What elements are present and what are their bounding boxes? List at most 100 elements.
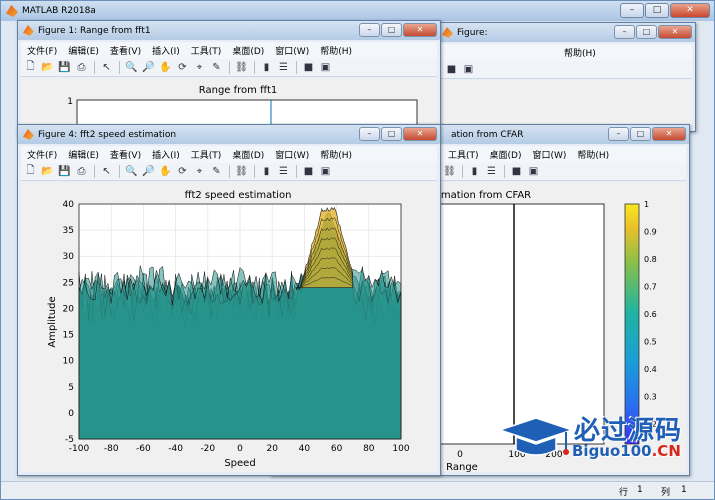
menu-help[interactable]: 帮助(H) [564, 46, 596, 59]
colorbar-icon[interactable]: ▮ [259, 164, 274, 179]
link-icon[interactable]: ⛓ [442, 164, 457, 179]
menu-help[interactable]: 帮助(H) [320, 44, 352, 57]
figure-background-title: Figure: [457, 27, 488, 38]
main-titlebar[interactable]: MATLAB R2018a – □ ✕ [1, 1, 714, 21]
menu-window[interactable]: 窗口(W) [275, 148, 309, 161]
figure-cfar-axes-title: mation from CFAR [441, 190, 531, 201]
colorbar-tick-label: 0.9 [644, 228, 657, 237]
hide-plot-tools-icon[interactable]: ■ [301, 60, 316, 75]
new-file-icon[interactable]: 🗋 [23, 164, 38, 179]
legend-icon[interactable]: ☰ [276, 60, 291, 75]
figure-cfar-maximize-button[interactable]: □ [630, 127, 651, 141]
menu-edit[interactable]: 编辑(E) [68, 44, 99, 57]
new-file-icon[interactable]: 🗋 [23, 60, 38, 75]
watermark-en-suffix: .CN [651, 442, 681, 460]
legend-icon[interactable]: ☰ [484, 164, 499, 179]
main-minimize-button[interactable]: – [620, 3, 644, 18]
figure-background-titlebar[interactable]: Figure: – □ ✕ [437, 23, 695, 42]
menu-tools[interactable]: 工具(T) [191, 44, 222, 57]
toolbar-separator [226, 60, 232, 75]
show-plot-tools-icon[interactable]: ▣ [526, 164, 541, 179]
menu-help[interactable]: 帮助(H) [577, 148, 609, 161]
figure-background-maximize-button[interactable]: □ [636, 25, 657, 39]
save-icon[interactable]: 💾 [57, 164, 72, 179]
menu-tools[interactable]: 工具(T) [191, 148, 222, 161]
watermark-en-text: Biguo100.CN [572, 442, 681, 460]
link-icon[interactable]: ⛓ [234, 60, 249, 75]
menu-desktop[interactable]: 桌面(D) [232, 44, 264, 57]
colorbar-icon[interactable]: ▮ [467, 164, 482, 179]
figure-1-toolbar: 🗋 📂 💾 ⎙ ↖ 🔍 🔎 ✋ ⟳ ⌖ ✎ ⛓ ▮ ☰ ■ ▣ [21, 59, 437, 77]
show-plot-tools-icon[interactable]: ▣ [461, 62, 476, 77]
menu-tools[interactable]: 工具(T) [448, 148, 479, 161]
main-close-button[interactable]: ✕ [670, 3, 710, 18]
y-tick-label: 5 [68, 383, 74, 393]
hide-plot-tools-icon[interactable]: ■ [301, 164, 316, 179]
y-tick-label: 15 [63, 331, 74, 341]
zoom-in-icon[interactable]: 🔍 [124, 60, 139, 75]
figure-cfar-close-button[interactable]: ✕ [652, 127, 686, 141]
data-cursor-icon[interactable]: ⌖ [192, 164, 207, 179]
rotate-icon[interactable]: ⟳ [175, 164, 190, 179]
zoom-out-icon[interactable]: 🔎 [141, 60, 156, 75]
open-folder-icon[interactable]: 📂 [40, 164, 55, 179]
brush-icon[interactable]: ✎ [209, 60, 224, 75]
figure-1-maximize-button[interactable]: □ [381, 23, 402, 37]
figure-cfar-xlabel: Range [446, 462, 478, 473]
colorbar-icon[interactable]: ▮ [259, 60, 274, 75]
y-axis-label: Amplitude [47, 296, 58, 347]
figure-4-minimize-button[interactable]: – [359, 127, 380, 141]
figure-4-maximize-button[interactable]: □ [381, 127, 402, 141]
figure-4-window[interactable]: Figure 4: fft2 speed estimation – □ ✕ 文件… [17, 124, 441, 476]
figure-1-window[interactable]: Figure 1: Range from fft1 – □ ✕ 文件(F) 编辑… [17, 20, 441, 140]
figure-1-minimize-button[interactable]: – [359, 23, 380, 37]
menu-window[interactable]: 窗口(W) [532, 148, 566, 161]
toolbar-separator [116, 60, 122, 75]
pointer-icon[interactable]: ↖ [99, 164, 114, 179]
figure-cfar-minimize-button[interactable]: – [608, 127, 629, 141]
menu-file[interactable]: 文件(F) [27, 44, 57, 57]
row-value: 1 [637, 485, 643, 495]
show-plot-tools-icon[interactable]: ▣ [318, 60, 333, 75]
menu-desktop[interactable]: 桌面(D) [232, 148, 264, 161]
zoom-in-icon[interactable]: 🔍 [124, 164, 139, 179]
menu-help[interactable]: 帮助(H) [320, 148, 352, 161]
open-folder-icon[interactable]: 📂 [40, 60, 55, 75]
menu-view[interactable]: 查看(V) [110, 148, 141, 161]
colorbar-tick-label: 0.6 [644, 310, 657, 319]
figure-background-window[interactable]: Figure: – □ ✕ 帮助(H) ■ ▣ [436, 22, 696, 132]
colorbar[interactable] [624, 203, 640, 445]
data-cursor-icon[interactable]: ⌖ [192, 60, 207, 75]
zoom-out-icon[interactable]: 🔎 [141, 164, 156, 179]
figure-4-titlebar[interactable]: Figure 4: fft2 speed estimation – □ ✕ [18, 125, 440, 144]
toolbar-separator [501, 164, 507, 179]
hide-plot-tools-icon[interactable]: ■ [444, 62, 459, 77]
figure-1-titlebar[interactable]: Figure 1: Range from fft1 – □ ✕ [18, 21, 440, 40]
toolbar-separator [226, 164, 232, 179]
pan-icon[interactable]: ✋ [158, 60, 173, 75]
save-icon[interactable]: 💾 [57, 60, 72, 75]
link-icon[interactable]: ⛓ [234, 164, 249, 179]
legend-icon[interactable]: ☰ [276, 164, 291, 179]
figure-background-close-button[interactable]: ✕ [658, 25, 692, 39]
menu-desktop[interactable]: 桌面(D) [490, 148, 522, 161]
menu-insert[interactable]: 插入(I) [152, 148, 180, 161]
rotate-icon[interactable]: ⟳ [175, 60, 190, 75]
figure-4-close-button[interactable]: ✕ [403, 127, 437, 141]
figure-background-minimize-button[interactable]: – [614, 25, 635, 39]
menu-file[interactable]: 文件(F) [27, 148, 57, 161]
figure-1-close-button[interactable]: ✕ [403, 23, 437, 37]
main-maximize-button[interactable]: □ [645, 3, 669, 18]
menu-insert[interactable]: 插入(I) [152, 44, 180, 57]
colorbar-tick-label: 0.8 [644, 255, 657, 264]
pointer-icon[interactable]: ↖ [99, 60, 114, 75]
menu-window[interactable]: 窗口(W) [275, 44, 309, 57]
menu-edit[interactable]: 编辑(E) [68, 148, 99, 161]
menu-view[interactable]: 查看(V) [110, 44, 141, 57]
print-icon[interactable]: ⎙ [74, 164, 89, 179]
pan-icon[interactable]: ✋ [158, 164, 173, 179]
brush-icon[interactable]: ✎ [209, 164, 224, 179]
hide-plot-tools-icon[interactable]: ■ [509, 164, 524, 179]
show-plot-tools-icon[interactable]: ▣ [318, 164, 333, 179]
print-icon[interactable]: ⎙ [74, 60, 89, 75]
